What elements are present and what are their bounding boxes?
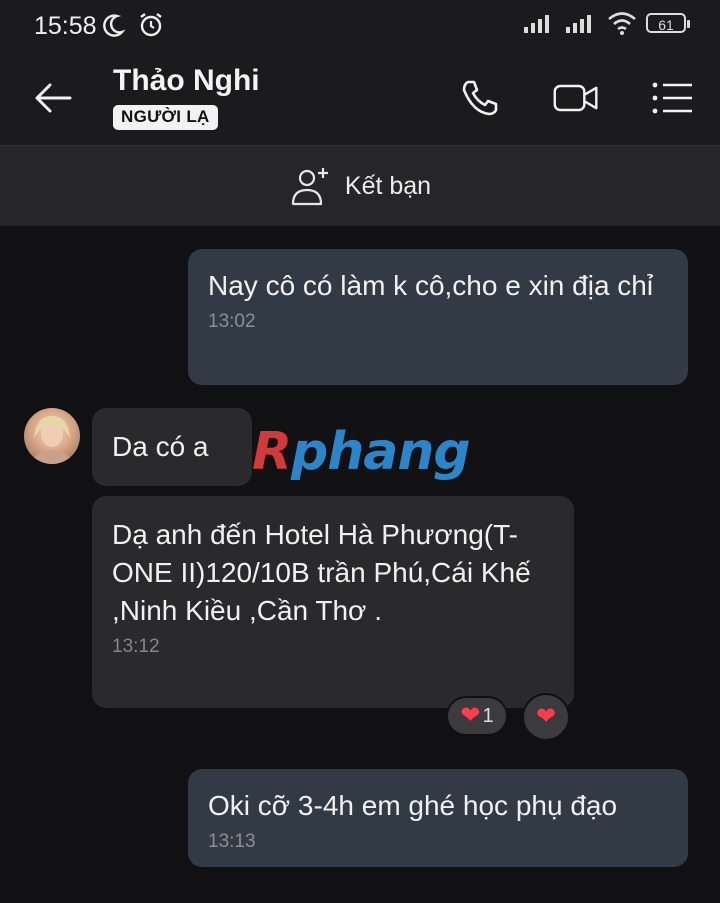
status-bar: 15:58 61 xyxy=(0,0,720,50)
message-bubble-incoming[interactable]: Da có a xyxy=(92,408,252,486)
react-button[interactable]: ❤ xyxy=(522,693,570,741)
message-bubble-incoming[interactable]: Dạ anh đến Hotel Hà Phương(T-ONE II)120/… xyxy=(92,496,574,708)
message-text: Oki cỡ 3-4h em ghé học phụ đạo xyxy=(208,790,618,821)
heart-icon: ❤ xyxy=(460,702,481,729)
moon-icon xyxy=(103,14,126,37)
add-friend-label: Kết bạn xyxy=(344,171,432,200)
message-bubble-outgoing[interactable]: Oki cỡ 3-4h em ghé học phụ đạo 13:13 xyxy=(188,769,688,867)
message-text: Nay cô có làm k cô,cho e xin địa chỉ xyxy=(208,270,654,301)
heart-icon: ❤ xyxy=(535,703,557,730)
stranger-badge: NGƯỜI LẠ xyxy=(113,105,218,130)
message-time: 13:02 xyxy=(208,311,256,332)
signal-icon xyxy=(524,15,549,33)
battery-level: 61 xyxy=(658,17,674,33)
video-icon[interactable] xyxy=(552,74,600,122)
signal-icon xyxy=(566,15,591,33)
chat-header: Thảo Nghi NGƯỜI LẠ xyxy=(0,50,720,145)
chat-area[interactable]: Nay cô có làm k cô,cho e xin địa chỉ 13:… xyxy=(0,226,720,903)
add-friend-button[interactable]: Kết bạn xyxy=(0,145,720,227)
message-bubble-outgoing[interactable]: Nay cô có làm k cô,cho e xin địa chỉ 13:… xyxy=(188,249,688,385)
message-time: 13:12 xyxy=(112,636,160,657)
contact-name[interactable]: Thảo Nghi xyxy=(113,64,260,98)
reaction-count: 1 xyxy=(482,704,494,727)
message-time: 13:13 xyxy=(208,831,256,852)
add-user-icon xyxy=(291,168,328,206)
watermark-logo: Rphang xyxy=(252,422,471,482)
watermark-rest: phang xyxy=(291,422,471,482)
menu-list-icon[interactable] xyxy=(648,74,696,122)
status-time: 15:58 xyxy=(34,12,97,40)
watermark-first: R xyxy=(252,422,292,482)
back-arrow-icon[interactable] xyxy=(30,76,74,120)
battery-icon: 61 xyxy=(646,13,690,33)
reaction-summary[interactable]: ❤ 1 xyxy=(446,696,508,736)
avatar[interactable] xyxy=(24,408,80,464)
phone-icon[interactable] xyxy=(456,74,504,122)
wifi-icon xyxy=(608,12,636,35)
message-text: Da có a xyxy=(112,431,209,462)
alarm-icon xyxy=(140,13,162,37)
message-text: Dạ anh đến Hotel Hà Phương(T-ONE II)120/… xyxy=(112,519,531,626)
